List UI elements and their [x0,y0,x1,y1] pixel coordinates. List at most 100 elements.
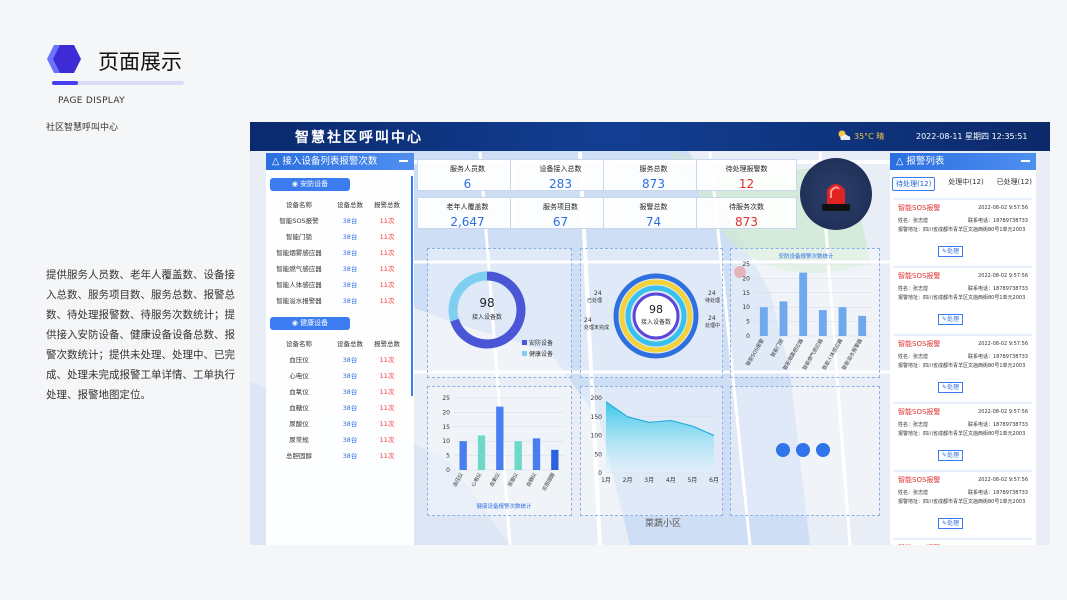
status-value: 24 [708,290,716,297]
device-total: 38台 [342,356,358,364]
stat-label: 服务项目数 [543,203,578,211]
table-row[interactable]: 智能SOS报警 38台 11次 [266,213,414,229]
y-tick-label: 5 [446,453,450,460]
rings-center-value: 98 [649,303,663,316]
table-row[interactable]: 尿酸仪 38台 11次 [266,416,414,432]
alarm-card[interactable]: 智能SOS报警 2022-08-02 9:57:56 姓名：张志煌 联系电话：1… [894,538,1032,545]
table-row[interactable]: 智能门锁 38台 11次 [266,229,414,245]
alarm-list-header: △ 报警列表 [890,153,1036,170]
category-security[interactable]: ◉ 安防设备 [270,178,350,191]
alarm-phone: 联系电话：18789738733 [968,286,1028,292]
scrollbar[interactable] [411,176,413,396]
device-name: 心电仪 [289,372,309,380]
table-row[interactable]: 总胆固醇 38台 11次 [266,448,414,464]
y-tick-label: 100 [591,433,603,440]
description-text: 提供服务人员数、老年人覆盖数、设备接入总数、服务项目数、服务总数、报警总数、待处… [46,269,235,401]
table-row[interactable]: 智能燃气感应器 38台 11次 [266,261,414,277]
tab-pending[interactable]: 待处理(12) [892,177,936,191]
alarm-address: 报警地址：四川省成都市青羊区文庙西街80号1单元2003 [898,295,1026,301]
bar [858,315,867,336]
table-header: 设备名称 设备总数 报警总数 [266,336,414,352]
y-tick-label: 25 [442,395,450,402]
stat-card: 待服务次数 873 [696,197,797,229]
bar [514,441,522,470]
col-device-name: 设备名称 [286,201,312,209]
handle-button[interactable]: ✎处理 [938,382,963,393]
stat-value: 67 [552,215,569,229]
stat-card: 服务项目数 67 [510,197,611,229]
alarm-address: 报警地址：四川省成都市青羊区文庙西街80号1单元2003 [898,363,1026,369]
table-row[interactable]: 智能溢水报警器 38台 11次 [266,293,414,309]
alarm-count: 11次 [379,249,395,257]
alarm-count: 11次 [379,297,395,305]
alarm-card[interactable]: 智能SOS报警 2022-08-02 9:57:56 姓名：张志煌 联系电话：1… [894,470,1032,534]
datetime-text: 2022-08-11 星期四 12:35:51 [916,132,1028,141]
chart-health-bar: 0 5 10 15 20 25 血压仪 心电仪 血氧仪 尿酸仪 血糖仪 总胆固醇健康设备报警次数统计 [442,395,564,510]
x-tick-label: 3月 [644,477,654,484]
tab-processing[interactable]: 处理中(12) [948,177,983,191]
minimize-icon[interactable] [399,160,408,162]
device-total: 38台 [342,217,358,225]
status-label: 处理未完成 [584,324,609,331]
device-name: 血压仪 [289,356,309,364]
alarm-address: 报警地址：四川省成都市青羊区文庙西街80号1单元2003 [898,227,1026,233]
alarm-phone: 联系电话：18789738733 [968,490,1028,496]
bar [838,307,847,336]
minimize-icon[interactable] [1021,160,1030,162]
col-alarm-total: 报警总数 [374,340,400,348]
y-tick-label: 50 [594,451,602,458]
handle-button[interactable]: ✎处理 [938,246,963,257]
y-tick-label: 10 [442,438,450,445]
alarm-type: 智能SOS报警 [898,476,941,484]
y-tick-label: 15 [742,290,750,297]
y-tick-label: 15 [442,424,450,431]
table-row[interactable]: 心电仪 38台 11次 [266,368,414,384]
handle-button-label: 处理 [947,520,960,527]
alarm-type: 智能SOS报警 [898,543,940,545]
alarm-type: 智能SOS报警 [898,272,941,280]
handle-button[interactable]: ✎处理 [938,450,963,461]
alarm-card[interactable]: 智能SOS报警 2022-08-02 9:57:56 姓名：张志煌 联系电话：1… [894,334,1032,398]
col-device-total: 设备总数 [337,340,363,348]
alarm-card[interactable]: 智能SOS报警 2022-08-02 9:57:56 姓名：张志煌 联系电话：1… [894,266,1032,330]
alarm-count: 11次 [379,404,395,412]
category-health[interactable]: ◉ 健康设备 [270,317,350,330]
table-header: 设备名称 设备总数 报警总数 [266,197,414,213]
alarm-type: 智能SOS报警 [898,204,941,212]
alarm-card[interactable]: 智能SOS报警 2022-08-02 9:57:56 姓名：张志煌 联系电话：1… [894,198,1032,262]
handle-button[interactable]: ✎处理 [938,518,963,529]
tab-done[interactable]: 已处理(12) [997,177,1032,191]
device-name: 智能烟雾感应器 [276,249,322,257]
table-row[interactable]: 尿常规 38台 11次 [266,432,414,448]
stat-label: 设备接入总数 [539,165,582,173]
alarm-person: 姓名：张志煌 [898,490,929,496]
col-device-name: 设备名称 [286,340,312,348]
alarm-date: 2022-08-02 9:57:56 [978,341,1028,347]
alarm-light-icon[interactable] [800,158,872,230]
table-row[interactable]: 血压仪 38台 11次 [266,352,414,368]
x-tick-label: 智能燃气感应器 [801,338,825,372]
table-row[interactable]: 智能烟雾感应器 38台 11次 [266,245,414,261]
table-row[interactable]: 智能人体感应器 38台 11次 [266,277,414,293]
shield-icon: ◉ [291,180,301,188]
y-tick-label: 20 [742,275,750,282]
table-row[interactable]: 血糖仪 38台 11次 [266,400,414,416]
alarm-card[interactable]: 智能SOS报警 2022-08-02 9:57:56 姓名：张志煌 联系电话：1… [894,402,1032,466]
handle-button[interactable]: ✎处理 [938,314,963,325]
legend-swatch [522,340,527,345]
x-tick-label: 心电仪 [470,472,484,489]
legend-swatch [522,351,527,356]
device-total: 38台 [342,420,358,428]
table-row[interactable]: 血氧仪 38台 11次 [266,384,414,400]
stat-card: 报警总数 74 [603,197,704,229]
stat-value: 873 [735,215,758,229]
legend-label: 健康设备 [529,350,553,358]
alarm-person: 姓名：张志煌 [898,286,929,292]
x-tick-label: 血糖仪 [525,472,539,489]
chart-title: 健康设备报警次数统计 [476,502,532,510]
stat-card: 老年人覆盖数 2,647 [417,197,518,229]
y-tick-label: 5 [746,319,750,326]
device-total: 38台 [342,297,358,305]
alarm-count: 11次 [379,436,395,444]
alarm-count: 11次 [379,233,395,241]
